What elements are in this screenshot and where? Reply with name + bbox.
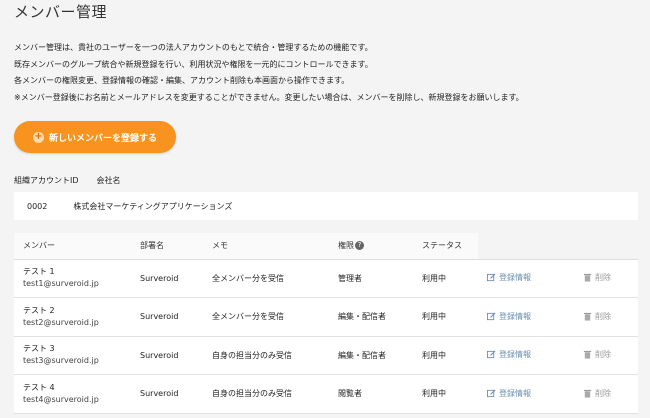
page-title: メンバー管理 — [14, 3, 108, 21]
member-table: メンバー 部署名 メモ 権限? ステータス テスト 1 test1@surver… — [14, 233, 638, 414]
column-header-blank — [478, 233, 574, 260]
column-header-status: ステータス — [413, 233, 478, 260]
delete-cell: 削除 — [574, 374, 638, 414]
edit-info-label: 登録情報 — [499, 273, 531, 283]
edit-icon — [487, 273, 496, 282]
column-header-blank — [574, 233, 638, 260]
column-header-role-label: 権限 — [338, 241, 354, 251]
member-management-page: メンバー管理 メンバー管理は、貴社のユーザーを一つの法人アカウントのもとで統合・… — [0, 0, 650, 418]
member-cell: テスト 2 test2@surveroid.jp — [14, 297, 131, 337]
delete-button[interactable]: 削除 — [583, 388, 611, 399]
edit-icon — [487, 312, 496, 320]
role-cell: 編集・配信者 — [329, 336, 413, 375]
member-cell: テスト 3 test3@surveroid.jp — [14, 336, 131, 375]
edit-info-button[interactable]: 登録情報 — [487, 311, 531, 322]
memo-cell: 自身の担当分のみ受信 — [203, 336, 329, 375]
help-icon[interactable]: ? — [355, 241, 364, 251]
delete-button[interactable]: 削除 — [583, 349, 611, 360]
add-member-button[interactable]: + 新しいメンバーを登録する — [14, 121, 176, 153]
role-cell: 管理者 — [329, 259, 413, 298]
delete-cell: 削除 — [574, 336, 638, 375]
delete-cell: 削除 — [574, 297, 638, 337]
description-line: 既存メンバーのグループ統合や新規登録を行い、利用状況や権限を一元的にコントロール… — [14, 59, 373, 69]
edit-info-button[interactable]: 登録情報 — [487, 272, 531, 283]
trash-icon — [583, 312, 592, 321]
status-cell: 利用中 — [413, 259, 478, 298]
table-row: テスト 1 test1@surveroid.jp Surveroid 全メンバー… — [14, 259, 638, 298]
edit-info-button[interactable]: 登録情報 — [487, 349, 531, 360]
edit-cell: 登録情報 — [478, 259, 574, 298]
edit-icon — [487, 389, 496, 397]
role-cell: 閲覧者 — [329, 374, 413, 414]
table-row: テスト 2 test2@surveroid.jp Surveroid 全メンバー… — [14, 297, 638, 337]
edit-icon — [487, 350, 496, 359]
member-email: test4@surveroid.jp — [23, 394, 99, 404]
member-cell: テスト 1 test1@surveroid.jp — [14, 259, 131, 298]
edit-cell: 登録情報 — [478, 374, 574, 414]
delete-label: 削除 — [595, 273, 611, 283]
trash-icon — [583, 389, 592, 398]
column-header-member: メンバー — [14, 233, 131, 260]
status-cell: 利用中 — [413, 336, 478, 375]
member-name: テスト 4 — [23, 382, 55, 392]
edit-info-label: 登録情報 — [499, 350, 531, 360]
trash-icon — [583, 274, 592, 282]
delete-label: 削除 — [595, 311, 611, 321]
add-member-button-label: 新しいメンバーを登録する — [48, 133, 157, 144]
delete-label: 削除 — [595, 388, 611, 398]
organization-info: 0002 株式会社マーケティングアプリケーションズ — [14, 192, 638, 220]
department-cell: Surveroid — [131, 297, 203, 337]
delete-button[interactable]: 削除 — [583, 311, 611, 322]
member-cell: テスト 4 test4@surveroid.jp — [14, 374, 131, 414]
member-email: test3@surveroid.jp — [23, 356, 99, 366]
description-line: メンバー管理は、貴社のユーザーを一つの法人アカウントのもとで統合・管理するための… — [14, 43, 373, 52]
company-name-header: 会社名 — [96, 176, 121, 185]
plus-icon: + — [32, 130, 44, 143]
trash-icon — [583, 351, 592, 359]
status-cell: 利用中 — [413, 297, 478, 337]
organization-id: 0002 — [27, 201, 48, 211]
memo-cell: 自身の担当分のみ受信 — [203, 374, 329, 414]
role-cell: 編集・配信者 — [329, 297, 413, 337]
description-line: 各メンバーの権限変更、登録情報の確認・編集、アカウント削除も本画面から操作できま… — [14, 76, 350, 85]
organization-id-header: 組織アカウントID — [14, 176, 79, 185]
page-description: メンバー管理は、貴社のユーザーを一つの法人アカウントのもとで統合・管理するための… — [14, 40, 644, 106]
delete-label: 削除 — [595, 350, 611, 360]
table-row: テスト 3 test3@surveroid.jp Surveroid 自身の担当… — [14, 336, 638, 375]
delete-cell: 削除 — [574, 259, 638, 298]
column-header-department: 部署名 — [131, 233, 203, 260]
member-email: test2@surveroid.jp — [23, 317, 99, 327]
member-name: テスト 1 — [23, 267, 55, 277]
table-row: テスト 4 test4@surveroid.jp Surveroid 自身の担当… — [14, 374, 638, 414]
member-name: テスト 3 — [23, 344, 55, 354]
memo-cell: 全メンバー分を受信 — [203, 259, 329, 298]
column-header-role: 権限? — [329, 233, 413, 260]
organization-header: 組織アカウントID 会社名 — [14, 175, 121, 186]
edit-info-label: 登録情報 — [499, 311, 531, 321]
department-cell: Surveroid — [131, 336, 203, 375]
table-header-row: メンバー 部署名 メモ 権限? ステータス — [14, 233, 638, 260]
company-name: 株式会社マーケティングアプリケーションズ — [73, 201, 233, 211]
description-line: ※メンバー登録後にお名前とメールアドレスを変更することができません。変更したい場… — [14, 92, 524, 102]
edit-info-label: 登録情報 — [499, 388, 531, 398]
member-name: テスト 2 — [23, 305, 55, 315]
edit-cell: 登録情報 — [478, 297, 574, 337]
status-cell: 利用中 — [413, 374, 478, 414]
member-email: test1@surveroid.jp — [23, 279, 99, 289]
column-header-memo: メモ — [203, 233, 329, 260]
edit-info-button[interactable]: 登録情報 — [487, 388, 531, 399]
delete-button[interactable]: 削除 — [583, 272, 611, 283]
memo-cell: 全メンバー分を受信 — [203, 297, 329, 337]
department-cell: Surveroid — [131, 374, 203, 414]
edit-cell: 登録情報 — [478, 336, 574, 375]
department-cell: Surveroid — [131, 259, 203, 298]
